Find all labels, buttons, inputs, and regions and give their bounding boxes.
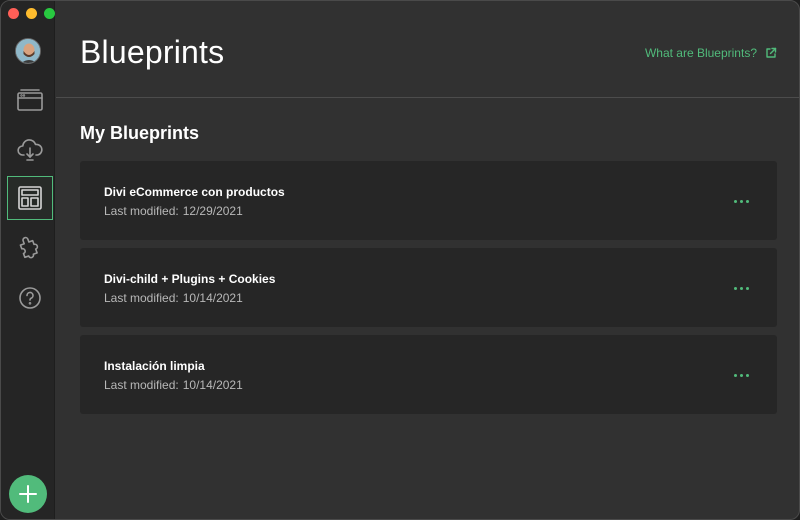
more-dots-icon [733,286,737,290]
add-blueprint-button[interactable] [9,475,47,513]
cloud-download-icon [17,139,43,161]
sidebar-item-connect[interactable] [7,127,53,171]
modified-date: 10/14/2021 [182,378,243,392]
modified-label: Last modified: [104,291,179,305]
more-dots-icon [733,199,737,203]
minimize-window-button[interactable] [26,8,37,19]
page-header: Blueprints What are Blueprints? [56,1,799,98]
close-window-button[interactable] [8,8,19,19]
user-avatar[interactable] [15,38,41,64]
browser-window-icon [17,89,43,111]
puzzle-piece-icon [19,236,39,259]
blueprint-modified: Last modified: 12/29/2021 [104,204,243,218]
modified-date: 12/29/2021 [182,204,243,218]
blueprint-card[interactable]: Divi-child + Plugins + Cookies Last modi… [80,248,777,327]
more-options-button[interactable] [727,365,755,385]
more-options-button[interactable] [727,278,755,298]
zoom-window-button[interactable] [44,8,55,19]
sidebar-item-local-sites[interactable] [7,78,53,122]
sidebar-item-blueprints[interactable] [7,176,53,220]
blueprint-name: Instalación limpia [104,359,205,373]
avatar-icon [16,39,40,63]
blueprint-list: Divi eCommerce con productos Last modifi… [80,161,777,422]
sidebar-item-help[interactable] [7,276,53,320]
modified-date: 10/14/2021 [182,291,243,305]
plus-icon [19,485,37,503]
blueprint-layout-icon [18,186,42,210]
what-are-blueprints-link[interactable]: What are Blueprints? [645,46,777,60]
blueprint-card[interactable]: Instalación limpia Last modified: 10/14/2… [80,335,777,414]
page-title: Blueprints [80,34,225,70]
sidebar [1,1,55,519]
app-window: Blueprints What are Blueprints? My Bluep… [0,0,800,520]
blueprint-name: Divi-child + Plugins + Cookies [104,272,276,286]
blueprint-modified: Last modified: 10/14/2021 [104,378,243,392]
more-dots-icon [733,373,737,377]
blueprint-name: Divi eCommerce con productos [104,185,285,199]
section-title: My Blueprints [80,123,200,143]
external-link-icon [766,47,777,58]
modified-label: Last modified: [104,378,179,392]
more-options-button[interactable] [727,191,755,211]
blueprint-modified: Last modified: 10/14/2021 [104,291,243,305]
help-question-icon [19,287,41,309]
modified-label: Last modified: [104,204,179,218]
help-link-label: What are Blueprints? [644,46,757,60]
blueprint-card[interactable]: Divi eCommerce con productos Last modifi… [80,161,777,240]
window-controls [8,8,55,19]
sidebar-item-addons[interactable] [7,226,53,270]
